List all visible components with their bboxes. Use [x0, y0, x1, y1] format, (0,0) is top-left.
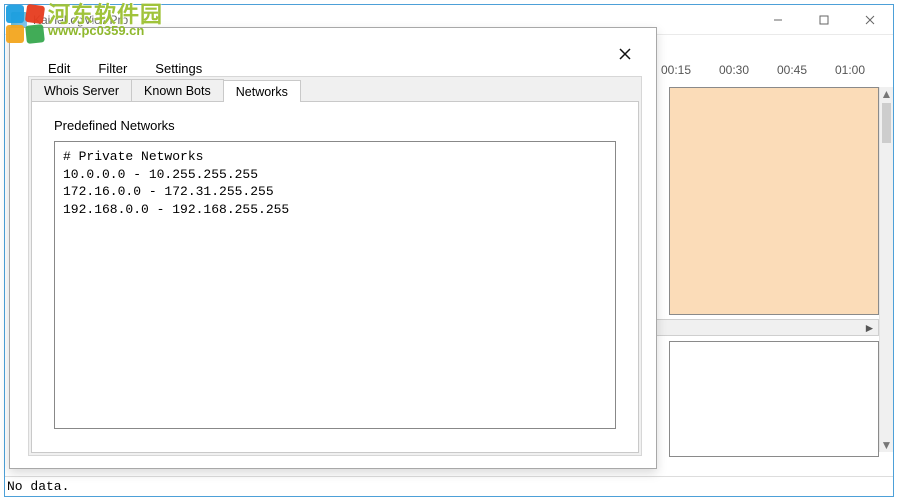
tab-networks[interactable]: Networks [223, 80, 301, 102]
status-bar: No data. [5, 476, 893, 496]
chart-panel-right[interactable] [669, 87, 879, 315]
scroll-right-icon[interactable]: ► [861, 320, 878, 335]
vscroll-thumb[interactable] [882, 103, 891, 143]
dialog-close-button[interactable] [602, 40, 648, 68]
settings-dialog: Edit Filter Settings Whois Server Known … [9, 27, 657, 469]
time-mark: 00:30 [705, 63, 763, 81]
dialog-menu-edit[interactable]: Edit [34, 59, 84, 78]
predefined-networks-input[interactable] [54, 141, 616, 429]
tab-panel-networks: Predefined Networks [31, 101, 639, 453]
detail-panel-right[interactable] [669, 341, 879, 457]
scroll-up-icon[interactable]: ▲ [880, 87, 893, 101]
tab-whois-server[interactable]: Whois Server [31, 79, 132, 101]
dialog-menu-settings[interactable]: Settings [141, 59, 216, 78]
dialog-menu-filter[interactable]: Filter [84, 59, 141, 78]
tabstrip: Whois Server Known Bots Networks [29, 77, 641, 101]
time-mark: 00:45 [763, 63, 821, 81]
dialog-titlebar [10, 28, 656, 58]
app-icon [11, 12, 27, 28]
scroll-down-icon[interactable]: ▼ [880, 438, 893, 452]
maximize-button[interactable] [801, 5, 847, 35]
tab-known-bots[interactable]: Known Bots [131, 79, 224, 101]
dialog-menubar: Edit Filter Settings [10, 58, 656, 78]
vertical-scrollbar[interactable]: ▲ ▼ [879, 87, 893, 452]
time-mark: 01:00 [821, 63, 879, 81]
minimize-button[interactable] [755, 5, 801, 35]
window-title: KaineLogViewPro [33, 13, 128, 27]
status-text: No data. [7, 479, 69, 494]
close-button[interactable] [847, 5, 893, 35]
dialog-body: Whois Server Known Bots Networks Predefi… [28, 76, 642, 456]
predefined-networks-label: Predefined Networks [54, 118, 616, 133]
